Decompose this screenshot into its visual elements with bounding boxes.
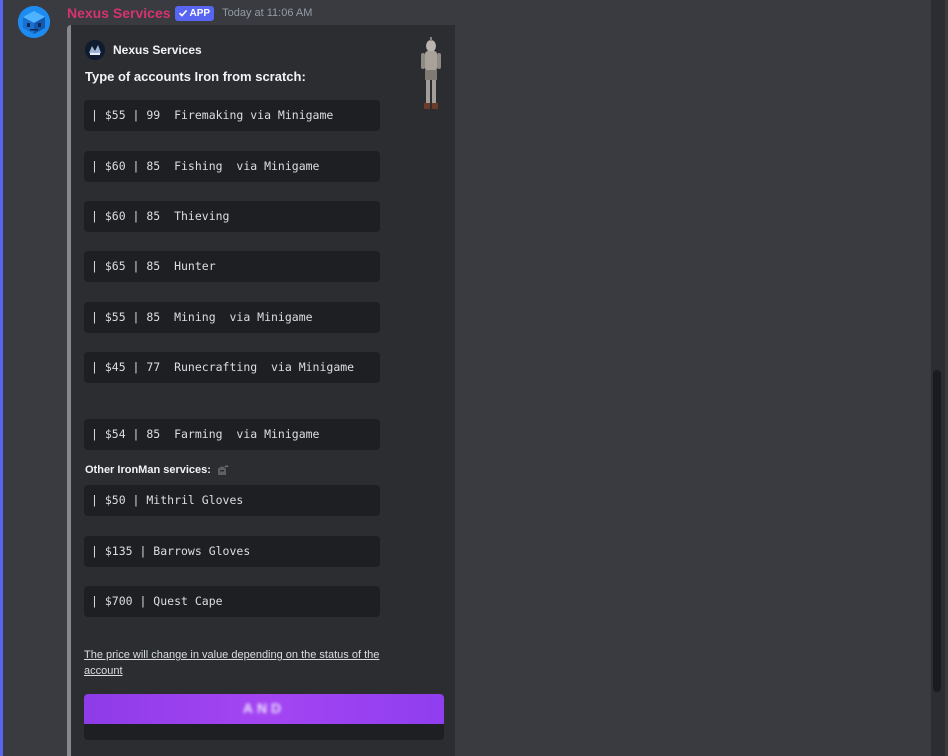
account-code-block: | $60 | 85 Fishing via Minigame [84, 151, 380, 182]
chat-view: Nexus Services APP Today at 11:06 AM Nex… [0, 0, 948, 756]
other-services-text: Other IronMan services: [85, 464, 211, 476]
timestamp[interactable]: Today at 11:06 AM [222, 7, 312, 19]
account-code-block: | $54 | 85 Farming via Minigame [84, 419, 380, 450]
app-badge: APP [174, 5, 215, 21]
scrollbar-thumb[interactable] [933, 370, 941, 692]
embed-image[interactable]: AND [84, 694, 444, 740]
account-code-block: | $55 | 85 Mining via Minigame [84, 302, 380, 333]
embed-author: Nexus Services [85, 40, 202, 60]
service-code-block: | $700 | Quest Cape [84, 586, 380, 617]
armored-character-sprite[interactable] [416, 37, 446, 111]
price-footnote: The price will change in value depending… [84, 649, 380, 677]
account-code-block: | $60 | 85 Thieving [84, 201, 380, 232]
bot-avatar[interactable] [18, 6, 50, 38]
other-services-label: Other IronMan services: [85, 463, 229, 477]
embed-card: Nexus Services Type of accounts Iron fro… [67, 25, 455, 756]
account-code-block: | $55 | 99 Firemaking via Minigame [84, 100, 380, 131]
username[interactable]: Nexus Services [67, 5, 171, 21]
embed-author-name[interactable]: Nexus Services [113, 43, 202, 57]
account-code-block: | $65 | 85 Hunter [84, 251, 380, 282]
service-code-block: | $50 | Mithril Gloves [84, 485, 380, 516]
nexus-logo-icon [85, 40, 105, 60]
iron-helmet-icon [217, 465, 229, 475]
blue-robot-cube-icon [18, 6, 50, 38]
account-code-block: | $45 | 77 Runecrafting via Minigame [84, 352, 380, 383]
verified-check-icon [178, 9, 187, 17]
service-code-block: | $135 | Barrows Gloves [84, 536, 380, 567]
badge-label: APP [189, 7, 211, 19]
image-banner-text: AND [242, 700, 286, 716]
embed-title: Type of accounts Iron from scratch: [85, 69, 306, 84]
message-header: Nexus Services APP Today at 11:06 AM [67, 4, 312, 22]
